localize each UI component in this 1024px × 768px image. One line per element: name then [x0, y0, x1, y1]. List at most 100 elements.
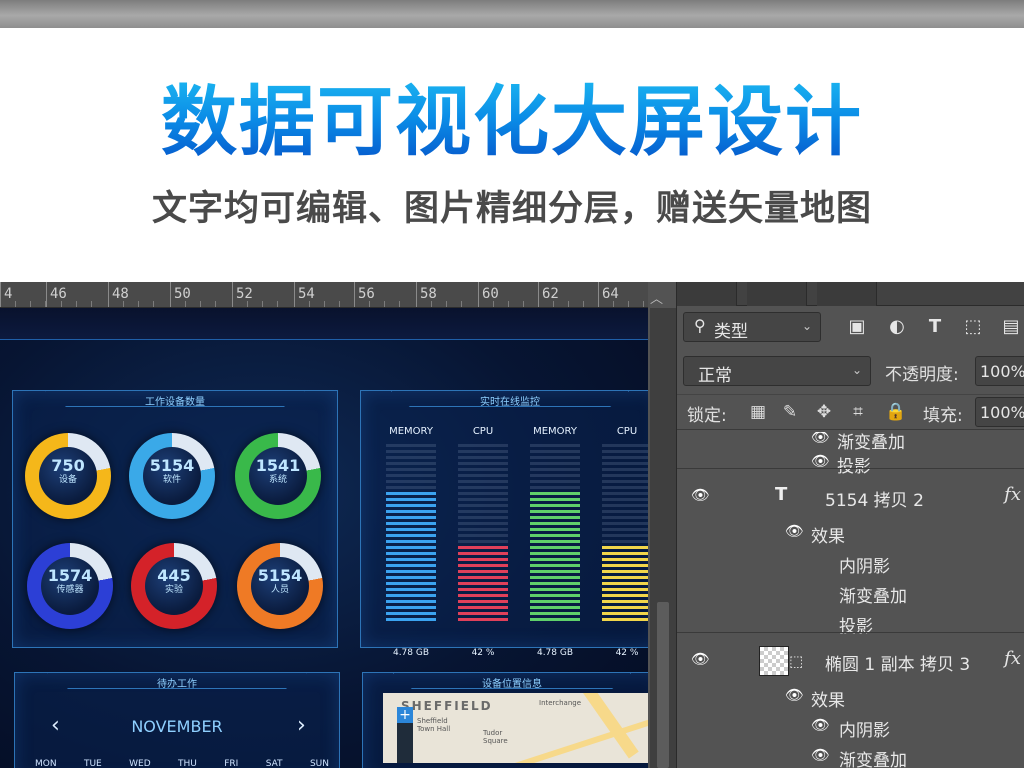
bar-segment: [602, 504, 648, 507]
layer-row[interactable]: 👁 效果: [677, 682, 1024, 712]
layer-row[interactable]: 投影: [677, 608, 1024, 638]
image-filter-icon[interactable]: ▣: [845, 316, 869, 337]
layer-separator: [677, 468, 1024, 469]
layer-row[interactable]: 👁 投影: [677, 448, 1024, 478]
ruler-major-tick: [0, 282, 1, 307]
layer-row-label: 投影: [837, 457, 871, 477]
donut-ring: 5154 软件: [129, 433, 215, 519]
fx-icon[interactable]: fx: [1004, 648, 1021, 669]
eye-icon[interactable]: 👁: [691, 486, 710, 504]
bar-segment: [602, 450, 648, 453]
layer-row-label: 渐变叠加: [839, 587, 907, 607]
lock-all-icon[interactable]: 🔒: [885, 402, 907, 422]
eye-icon[interactable]: 👁: [811, 746, 830, 764]
map-zoom-in-button[interactable]: +: [397, 707, 413, 723]
bar-segment: [530, 516, 580, 519]
eye-icon[interactable]: 👁: [785, 686, 804, 704]
layer-row[interactable]: 👁 渐变叠加: [677, 742, 1024, 768]
layer-row[interactable]: 渐变叠加: [677, 578, 1024, 608]
bar-segment: [386, 576, 436, 579]
bar-segment: [386, 510, 436, 513]
eye-icon[interactable]: 👁: [691, 650, 710, 668]
ruler-major-tick: [46, 282, 47, 307]
weekday-label: FRI: [224, 759, 239, 768]
ring-value: 750: [51, 456, 85, 475]
ruler-collapse-icon[interactable]: ︿: [650, 288, 663, 307]
lock-pixels-icon[interactable]: ✎: [779, 402, 801, 422]
ruler-major-tick: [354, 282, 355, 307]
donut-ring: 1574 传感器: [27, 543, 113, 629]
ring-value: 1541: [255, 456, 301, 475]
bar-column-value: 4.78 GB: [392, 648, 430, 658]
tab-paths[interactable]: [817, 282, 877, 306]
layer-row-label: 效果: [811, 527, 845, 547]
bar-segment: [386, 564, 436, 567]
bar-segment: [458, 474, 508, 477]
fill-input[interactable]: 100%: [975, 397, 1024, 427]
bar-segment: [386, 600, 436, 603]
opacity-input[interactable]: 100%: [975, 356, 1024, 386]
bar-segment: [458, 594, 508, 597]
bar-segment: [530, 588, 580, 591]
ruler-major-tick: [294, 282, 295, 307]
adjustment-filter-icon[interactable]: ◐: [885, 316, 909, 337]
layer-filter-select[interactable]: ⚲ 类型 ⌄: [683, 312, 821, 342]
bar-segment: [386, 486, 436, 489]
bar-segment: [458, 450, 508, 453]
bar-segment: [458, 582, 508, 585]
bar-segment: [530, 522, 580, 525]
tab-layers[interactable]: [677, 282, 737, 306]
eye-icon[interactable]: 👁: [811, 716, 830, 734]
layer-row[interactable]: 👁 Tfx 5154 拷贝 2: [677, 482, 1024, 512]
lock-transparency-icon[interactable]: ▦: [747, 402, 769, 422]
ring-center: 5154 人员: [251, 557, 309, 615]
layer-row[interactable]: 👁 内阴影: [677, 712, 1024, 742]
scrollbar-thumb[interactable]: [657, 602, 669, 768]
blend-mode-select[interactable]: 正常 ⌄: [683, 356, 871, 386]
bar-column-header: MEMORY: [389, 426, 433, 437]
ruler-major-tick: [108, 282, 109, 307]
bar-segment: [530, 444, 580, 447]
bar-segment: [602, 552, 648, 555]
ruler-tick-label: 58: [420, 286, 437, 302]
bar-segment: [530, 612, 580, 615]
bar-column-value: 42 %: [615, 648, 639, 658]
layer-row[interactable]: 👁 效果: [677, 518, 1024, 548]
bar-segment: [530, 558, 580, 561]
ring-value: 1574: [47, 566, 93, 585]
layer-row[interactable]: 内阴影: [677, 548, 1024, 578]
bar-column-header: CPU: [616, 426, 638, 437]
filter-kind-label: 类型: [714, 322, 748, 342]
layer-row[interactable]: 👁 ⬚ fx 椭圆 1 副本 拷贝 3: [677, 646, 1024, 676]
fx-icon[interactable]: fx: [1004, 484, 1021, 505]
bar-segment: [458, 612, 508, 615]
bar-segment: [602, 618, 648, 621]
calendar-next-button[interactable]: ›: [297, 713, 306, 738]
bar-segment: [602, 516, 648, 519]
shape-filter-icon[interactable]: ⬚: [961, 316, 985, 337]
ring-center: 1574 传感器: [41, 557, 99, 615]
bar-segment: [386, 468, 436, 471]
eye-icon[interactable]: 👁: [811, 432, 830, 446]
lock-position-icon[interactable]: ✥: [813, 402, 835, 422]
eye-icon[interactable]: 👁: [785, 522, 804, 540]
bar-segment: [602, 492, 648, 495]
smart-object-filter-icon[interactable]: ▤: [999, 316, 1023, 337]
location-map[interactable]: SHEFFIELD Sheffield Town Hall Tudor Squa…: [383, 693, 648, 763]
lock-row: 锁定: ▦ ✎ ✥ ⌗ 🔒 填充: 100%: [677, 394, 1024, 430]
document-canvas[interactable]: 工作设备数量 750 设备 5154 软件 1541 系统 1574 传感器 445 实验 5154…: [0, 308, 648, 768]
ruler-minor-tick: [61, 301, 62, 307]
ruler-minor-tick: [123, 301, 124, 307]
canvas-scrollbar[interactable]: [650, 308, 676, 768]
bar-column-header: CPU: [472, 426, 494, 437]
bar-segment: [530, 510, 580, 513]
tab-channels[interactable]: [747, 282, 807, 306]
lock-artboard-icon[interactable]: ⌗: [847, 402, 869, 422]
bar-segment: [386, 606, 436, 609]
bar-column-value: 4.78 GB: [536, 648, 574, 658]
bar-segment: [458, 468, 508, 471]
bar-segment: [386, 474, 436, 477]
ring-label: 设备: [58, 475, 77, 485]
panel-title: 设备位置信息: [482, 679, 542, 690]
type-filter-icon[interactable]: T: [923, 316, 947, 337]
